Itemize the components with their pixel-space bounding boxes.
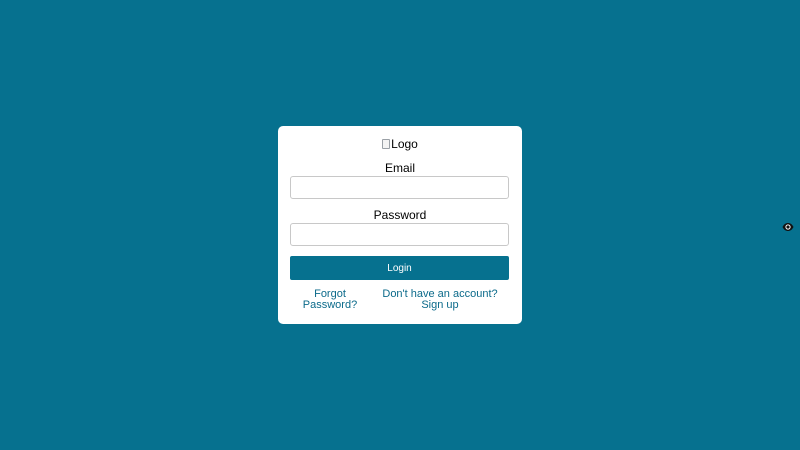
login-button[interactable]: Login (290, 256, 509, 280)
eye-icon-graphic (782, 223, 794, 231)
login-card: Logo Email Password Login Forgot Passwor… (278, 126, 522, 324)
forgot-password-link[interactable]: Forgot Password? (298, 289, 362, 311)
password-label: Password (373, 208, 427, 222)
password-field[interactable] (290, 223, 509, 246)
eye-icon[interactable] (782, 219, 794, 231)
signup-link[interactable]: Don't have an account? Sign up (374, 289, 506, 311)
email-field[interactable] (290, 176, 509, 199)
email-label: Email (384, 161, 415, 175)
logo: Logo (278, 137, 522, 151)
logo-alt-text: Logo (391, 137, 418, 151)
broken-image-icon (382, 139, 391, 149)
